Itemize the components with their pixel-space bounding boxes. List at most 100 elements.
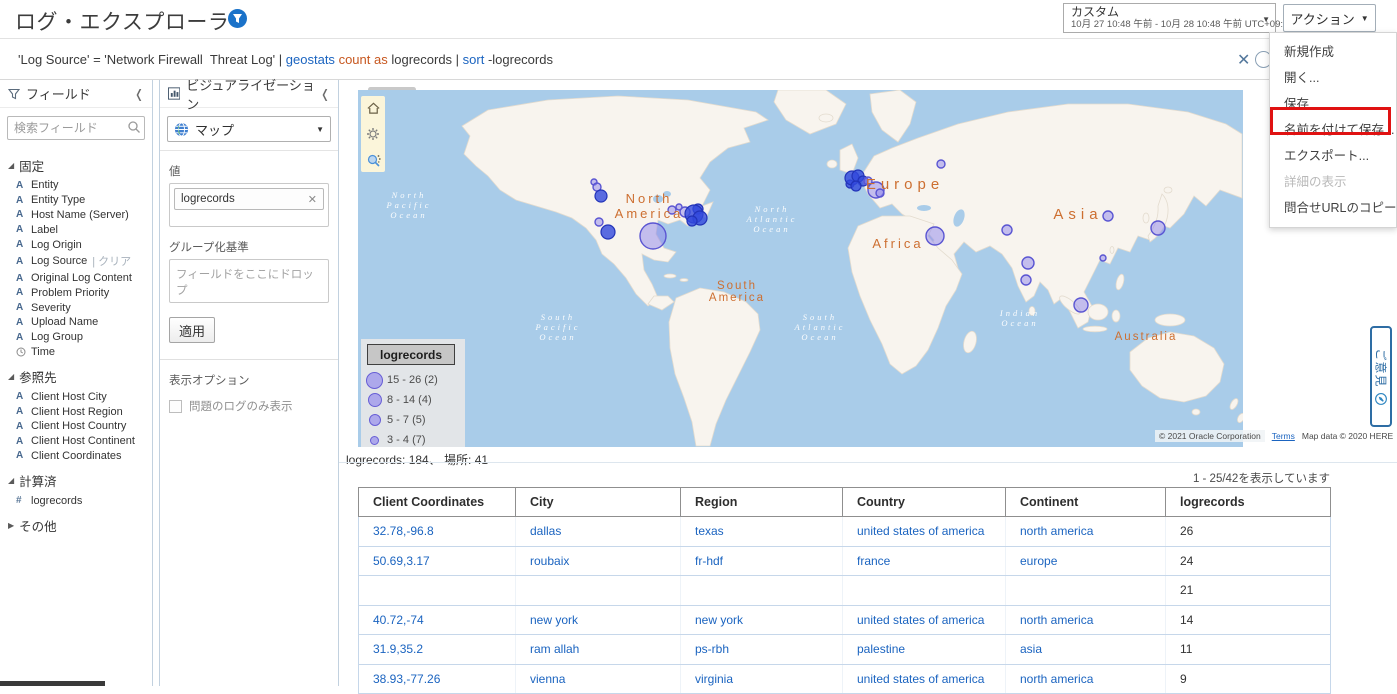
- field-group-header[interactable]: ◢計算済: [0, 463, 152, 493]
- field-item[interactable]: Time: [0, 345, 152, 360]
- search-icon[interactable]: [127, 120, 141, 139]
- menu-item[interactable]: エクスポート...: [1270, 143, 1396, 169]
- map-bubble[interactable]: [687, 216, 697, 226]
- table-cell[interactable]: new york: [681, 605, 843, 635]
- field-clear-link[interactable]: | クリア: [92, 253, 131, 269]
- collapse-panel-icon[interactable]: ❬: [320, 87, 330, 101]
- field-item[interactable]: ASeverity: [0, 300, 152, 315]
- table-cell[interactable]: united states of america: [843, 605, 1006, 635]
- map-bubble[interactable]: [1074, 298, 1088, 312]
- table-cell[interactable]: united states of america: [843, 664, 1006, 694]
- field-item[interactable]: AEntity Type: [0, 193, 152, 208]
- map-bubble[interactable]: [595, 218, 603, 226]
- field-item[interactable]: ALog Source| クリア: [0, 252, 152, 271]
- field-item-label: Entity: [31, 179, 59, 191]
- menu-item[interactable]: 問合せURLのコピー: [1270, 195, 1396, 221]
- table-cell[interactable]: fr-hdf: [681, 546, 843, 576]
- table-cell[interactable]: new york: [516, 605, 681, 635]
- field-item[interactable]: AClient Host Country: [0, 419, 152, 434]
- map-bubble[interactable]: [601, 225, 615, 239]
- map-bubble[interactable]: [1103, 211, 1113, 221]
- field-item[interactable]: AHost Name (Server): [0, 208, 152, 223]
- search-fields-input[interactable]: [7, 116, 145, 140]
- table-cell[interactable]: palestine: [843, 635, 1006, 665]
- field-item[interactable]: AEntity: [0, 178, 152, 193]
- table-cell[interactable]: north america: [1006, 605, 1166, 635]
- menu-item[interactable]: 保存: [1270, 91, 1396, 117]
- table-cell[interactable]: united states of america: [843, 517, 1006, 547]
- table-cell[interactable]: dallas: [516, 517, 681, 547]
- column-header[interactable]: logrecords: [1166, 488, 1331, 517]
- field-item[interactable]: ALog Group: [0, 330, 152, 345]
- table-cell[interactable]: 32.78,-96.8: [359, 517, 516, 547]
- field-group-header[interactable]: ◢参照先: [0, 359, 152, 389]
- table-cell[interactable]: north america: [1006, 664, 1166, 694]
- value-chip[interactable]: logrecords ✕: [174, 188, 324, 210]
- column-header[interactable]: Region: [681, 488, 843, 517]
- map-bubble[interactable]: [851, 181, 861, 191]
- table-cell[interactable]: north america: [1006, 517, 1166, 547]
- table-cell[interactable]: ps-rbh: [681, 635, 843, 665]
- table-cell[interactable]: texas: [681, 517, 843, 547]
- field-item[interactable]: AClient Host City: [0, 389, 152, 404]
- table-cell[interactable]: 38.93,-77.26: [359, 664, 516, 694]
- table-cell[interactable]: 31.9,35.2: [359, 635, 516, 665]
- field-group-header[interactable]: ▶その他: [0, 508, 152, 538]
- map-bubble[interactable]: [1100, 255, 1106, 261]
- table-cell[interactable]: asia: [1006, 635, 1166, 665]
- field-group-header[interactable]: ◢固定: [0, 148, 152, 178]
- collapse-panel-icon[interactable]: ❬: [134, 87, 144, 101]
- time-range-selector[interactable]: カスタム 10月 27 10:48 午前 - 10月 28 10:48 午前 U…: [1063, 3, 1276, 33]
- map-bubble[interactable]: [1151, 221, 1165, 235]
- map-bubble[interactable]: [937, 160, 945, 168]
- terms-link[interactable]: Terms: [1272, 431, 1295, 441]
- field-item[interactable]: AClient Host Continent: [0, 434, 152, 449]
- group-by-dropzone[interactable]: フィールドをここにドロップ: [169, 259, 329, 303]
- map-bubble[interactable]: [1022, 257, 1034, 269]
- map-settings-button[interactable]: [364, 126, 382, 142]
- field-item[interactable]: AClient Coordinates: [0, 449, 152, 464]
- clear-query-icon[interactable]: ✕: [1237, 50, 1250, 70]
- field-item[interactable]: AProblem Priority: [0, 285, 152, 300]
- feedback-tab[interactable]: ご意見: [1370, 326, 1392, 427]
- menu-item[interactable]: 名前を付けて保存...: [1270, 117, 1396, 143]
- field-item[interactable]: AClient Host Region: [0, 404, 152, 419]
- field-item[interactable]: AOriginal Log Content: [0, 271, 152, 286]
- map-bubble[interactable]: [926, 227, 944, 245]
- map-bubble[interactable]: [668, 206, 676, 214]
- table-cell[interactable]: france: [843, 546, 1006, 576]
- field-item[interactable]: ALabel: [0, 222, 152, 237]
- results-table: Client CoordinatesCityRegionCountryConti…: [358, 487, 1331, 694]
- column-header[interactable]: City: [516, 488, 681, 517]
- table-cell[interactable]: vienna: [516, 664, 681, 694]
- world-map[interactable]: NorthAmericaSouthAmericaEuropeAfricaAsia…: [358, 90, 1243, 447]
- actions-button[interactable]: アクション ▼: [1283, 4, 1376, 32]
- map-bubble[interactable]: [876, 189, 884, 197]
- map-bubble[interactable]: [595, 190, 607, 202]
- table-cell[interactable]: 50.69,3.17: [359, 546, 516, 576]
- field-item[interactable]: AUpload Name: [0, 315, 152, 330]
- map-bubble[interactable]: [640, 223, 666, 249]
- field-item[interactable]: ALog Origin: [0, 237, 152, 252]
- column-header[interactable]: Continent: [1006, 488, 1166, 517]
- menu-item[interactable]: 開く...: [1270, 65, 1396, 91]
- table-cell[interactable]: europe: [1006, 546, 1166, 576]
- table-cell[interactable]: virginia: [681, 664, 843, 694]
- table-cell[interactable]: 40.72,-74: [359, 605, 516, 635]
- map-home-button[interactable]: [364, 100, 382, 116]
- value-field-box[interactable]: logrecords ✕: [169, 183, 329, 227]
- map-bubble[interactable]: [1002, 225, 1012, 235]
- remove-chip-icon[interactable]: ✕: [308, 193, 317, 206]
- legend-item: 5 - 7 (5): [367, 411, 459, 429]
- column-header[interactable]: Country: [843, 488, 1006, 517]
- viz-type-select[interactable]: マップ ▼: [167, 116, 331, 142]
- field-item[interactable]: #logrecords: [0, 493, 152, 508]
- apply-button[interactable]: 適用: [169, 317, 215, 343]
- map-bubble[interactable]: [1021, 275, 1031, 285]
- table-cell[interactable]: roubaix: [516, 546, 681, 576]
- column-header[interactable]: Client Coordinates: [359, 488, 516, 517]
- menu-item[interactable]: 新規作成: [1270, 39, 1396, 65]
- map-zoom-button[interactable]: [364, 152, 382, 168]
- problem-logs-checkbox[interactable]: [169, 400, 182, 413]
- table-cell[interactable]: ram allah: [516, 635, 681, 665]
